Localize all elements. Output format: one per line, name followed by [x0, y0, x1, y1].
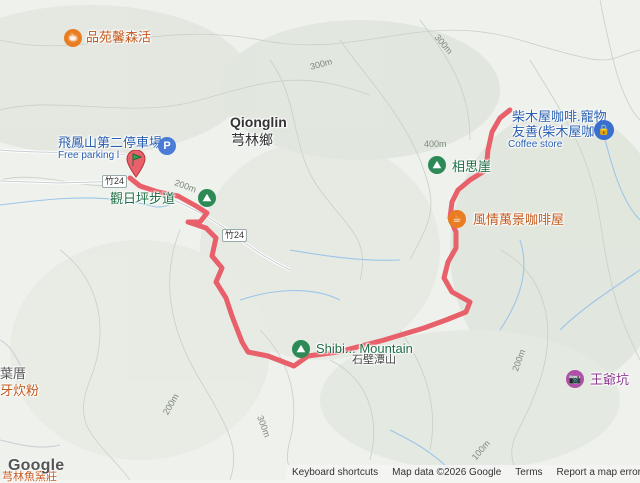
keyboard-shortcuts-link[interactable]: Keyboard shortcuts — [292, 467, 378, 478]
place-name-zh: 芎林鄉 — [231, 132, 273, 148]
parking-label[interactable]: 飛鳳山第二停車場 — [58, 136, 162, 149]
coffee-cup-icon: ☕ — [64, 29, 82, 47]
road-shield-2: 竹24 — [222, 229, 248, 242]
start-marker[interactable] — [126, 149, 146, 178]
cafe-top-left-label[interactable]: ☕ 品苑馨森活 — [64, 29, 151, 47]
temple-label[interactable]: 王爺坑 — [590, 373, 629, 386]
report-error-link[interactable]: Report a map error — [557, 467, 640, 478]
road-shield-1: 竹24 — [102, 175, 128, 188]
coffee-cup-icon[interactable]: ☕ — [448, 210, 466, 228]
coffee-store-label-en: Coffee store — [508, 139, 563, 150]
coffee-store-label-1[interactable]: 柴木屋咖啡.寵物 — [512, 110, 607, 123]
shopping-bag-icon[interactable]: 🔒 — [594, 120, 614, 140]
mountain-label-zh: 石壁潭山 — [352, 354, 396, 366]
xiangsi-label[interactable]: 相思崖 — [452, 160, 491, 173]
viewpoint-label[interactable]: 觀日坪步道 — [110, 192, 175, 205]
parking-name-zh: 飛鳳山第二停車場 — [58, 135, 163, 150]
hiking-icon[interactable]: ⛰ — [198, 189, 216, 207]
map-footer: Keyboard shortcuts Map data ©2026 Google… — [286, 465, 640, 480]
cafe-top-left-name: 品苑馨森活 — [86, 29, 152, 45]
left-edge-label-2: 牙炊粉 — [0, 383, 40, 398]
hiking-icon[interactable]: ⛰ — [292, 340, 310, 358]
parking-icon[interactable]: P — [158, 137, 176, 155]
start-flag-icon — [126, 149, 146, 178]
map-data-attribution: Map data ©2026 Google — [392, 467, 502, 478]
camera-icon[interactable]: 📷 — [566, 370, 584, 388]
cafe-right-label[interactable]: 風情萬景咖啡屋 — [473, 213, 564, 226]
parking-label-en: Free parking l — [58, 150, 120, 161]
left-edge-label-1: 葉厝 — [0, 366, 27, 381]
place-name-en: Qionglin — [230, 114, 287, 130]
terrain-map[interactable] — [0, 0, 640, 480]
google-logo: Google — [8, 457, 65, 474]
hiking-icon[interactable]: ⛰ — [428, 156, 446, 174]
terms-link[interactable]: Terms — [515, 467, 542, 478]
contour-label: 400m — [424, 139, 447, 149]
